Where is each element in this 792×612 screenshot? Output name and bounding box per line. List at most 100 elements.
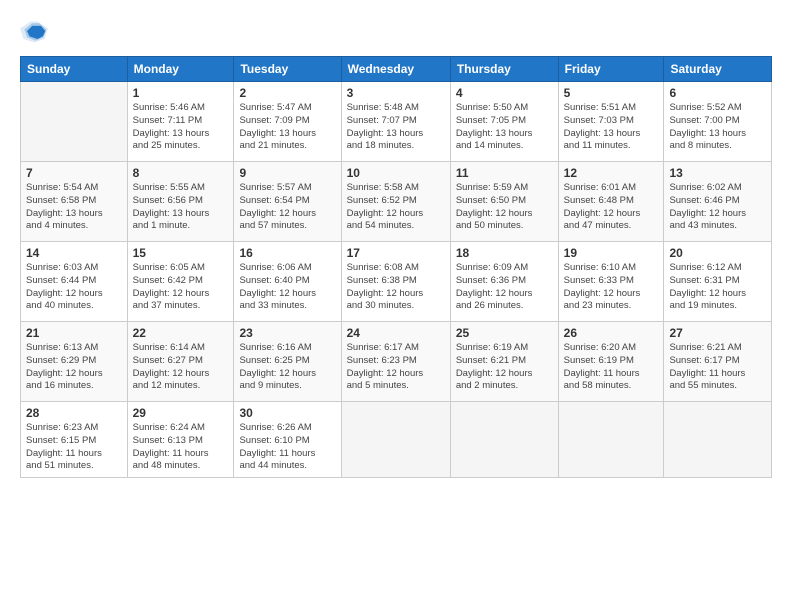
- day-info: Sunrise: 5:46 AM Sunset: 7:11 PM Dayligh…: [133, 102, 229, 153]
- day-info: Sunrise: 6:08 AM Sunset: 6:38 PM Dayligh…: [347, 262, 445, 313]
- day-info: Sunrise: 5:50 AM Sunset: 7:05 PM Dayligh…: [456, 102, 553, 153]
- day-info: Sunrise: 6:13 AM Sunset: 6:29 PM Dayligh…: [26, 342, 122, 393]
- day-info: Sunrise: 6:05 AM Sunset: 6:42 PM Dayligh…: [133, 262, 229, 313]
- calendar-cell: 23Sunrise: 6:16 AM Sunset: 6:25 PM Dayli…: [234, 322, 341, 402]
- day-info: Sunrise: 5:54 AM Sunset: 6:58 PM Dayligh…: [26, 182, 122, 233]
- day-number: 20: [669, 246, 766, 260]
- calendar-cell: [341, 402, 450, 478]
- day-number: 30: [239, 406, 335, 420]
- day-number: 4: [456, 86, 553, 100]
- day-number: 14: [26, 246, 122, 260]
- day-number: 19: [564, 246, 659, 260]
- calendar-cell: 24 Sunrise: 6:17 AM Sunset: 6:23 PM Dayli…: [341, 322, 450, 402]
- logo-icon: [20, 18, 48, 46]
- calendar-week-row: 28Sunrise: 6:23 AM Sunset: 6:15 PM Dayli…: [21, 402, 772, 478]
- calendar-table: SundayMondayTuesdayWednesdayThursdayFrid…: [20, 56, 772, 478]
- day-info: Sunrise: 5:51 AM Sunset: 7:03 PM Dayligh…: [564, 102, 659, 153]
- day-number: 10: [347, 166, 445, 180]
- weekday-header-row: SundayMondayTuesdayWednesdayThursdayFrid…: [21, 57, 772, 82]
- day-info: Sunrise: 6:21 AM Sunset: 6:17 PM Dayligh…: [669, 342, 766, 393]
- day-number: 16: [239, 246, 335, 260]
- weekday-header-saturday: Saturday: [664, 57, 772, 82]
- weekday-header-wednesday: Wednesday: [341, 57, 450, 82]
- calendar-week-row: 14 Sunrise: 6:03 AM Sunset: 6:44 PM Dayli…: [21, 242, 772, 322]
- day-number: 22: [133, 326, 229, 340]
- calendar-cell: 2 Sunrise: 5:47 AM Sunset: 7:09 PM Daylig…: [234, 82, 341, 162]
- day-number: 24: [347, 326, 445, 340]
- calendar-week-row: 1 Sunrise: 5:46 AM Sunset: 7:11 PM Daylig…: [21, 82, 772, 162]
- calendar-week-row: 21 Sunrise: 6:13 AM Sunset: 6:29 PM Dayli…: [21, 322, 772, 402]
- day-number: 25: [456, 326, 553, 340]
- calendar-cell: 20Sunrise: 6:12 AM Sunset: 6:31 PM Dayli…: [664, 242, 772, 322]
- weekday-header-tuesday: Tuesday: [234, 57, 341, 82]
- calendar-cell: 14 Sunrise: 6:03 AM Sunset: 6:44 PM Dayli…: [21, 242, 128, 322]
- logo: [20, 18, 52, 46]
- day-info: Sunrise: 6:20 AM Sunset: 6:19 PM Dayligh…: [564, 342, 659, 393]
- calendar-cell: 17 Sunrise: 6:08 AM Sunset: 6:38 PM Dayli…: [341, 242, 450, 322]
- calendar-cell: 27Sunrise: 6:21 AM Sunset: 6:17 PM Dayli…: [664, 322, 772, 402]
- day-number: 21: [26, 326, 122, 340]
- day-info: Sunrise: 5:57 AM Sunset: 6:54 PM Dayligh…: [239, 182, 335, 233]
- day-info: Sunrise: 5:47 AM Sunset: 7:09 PM Dayligh…: [239, 102, 335, 153]
- day-number: 15: [133, 246, 229, 260]
- weekday-header-friday: Friday: [558, 57, 664, 82]
- calendar-cell: 28Sunrise: 6:23 AM Sunset: 6:15 PM Dayli…: [21, 402, 128, 478]
- day-number: 26: [564, 326, 659, 340]
- day-info: Sunrise: 6:03 AM Sunset: 6:44 PM Dayligh…: [26, 262, 122, 313]
- day-info: Sunrise: 6:09 AM Sunset: 6:36 PM Dayligh…: [456, 262, 553, 313]
- day-info: Sunrise: 5:58 AM Sunset: 6:52 PM Dayligh…: [347, 182, 445, 233]
- calendar-cell: 13Sunrise: 6:02 AM Sunset: 6:46 PM Dayli…: [664, 162, 772, 242]
- calendar-cell: 12 Sunrise: 6:01 AM Sunset: 6:48 PM Dayli…: [558, 162, 664, 242]
- day-number: 8: [133, 166, 229, 180]
- calendar-cell: [558, 402, 664, 478]
- day-number: 6: [669, 86, 766, 100]
- day-number: 17: [347, 246, 445, 260]
- day-info: Sunrise: 5:55 AM Sunset: 6:56 PM Dayligh…: [133, 182, 229, 233]
- calendar-cell: 4 Sunrise: 5:50 AM Sunset: 7:05 PM Daylig…: [450, 82, 558, 162]
- day-number: 7: [26, 166, 122, 180]
- calendar-cell: 15 Sunrise: 6:05 AM Sunset: 6:42 PM Dayli…: [127, 242, 234, 322]
- day-info: Sunrise: 6:19 AM Sunset: 6:21 PM Dayligh…: [456, 342, 553, 393]
- day-info: Sunrise: 6:14 AM Sunset: 6:27 PM Dayligh…: [133, 342, 229, 393]
- calendar-week-row: 7 Sunrise: 5:54 AM Sunset: 6:58 PM Daylig…: [21, 162, 772, 242]
- weekday-header-thursday: Thursday: [450, 57, 558, 82]
- day-info: Sunrise: 6:24 AM Sunset: 6:13 PM Dayligh…: [133, 422, 229, 473]
- calendar-cell: 11 Sunrise: 5:59 AM Sunset: 6:50 PM Dayli…: [450, 162, 558, 242]
- calendar-cell: 30 Sunrise: 6:26 AM Sunset: 6:10 PM Dayli…: [234, 402, 341, 478]
- day-info: Sunrise: 6:06 AM Sunset: 6:40 PM Dayligh…: [239, 262, 335, 313]
- calendar-cell: 22 Sunrise: 6:14 AM Sunset: 6:27 PM Dayli…: [127, 322, 234, 402]
- header: [20, 18, 772, 46]
- day-number: 1: [133, 86, 229, 100]
- calendar-cell: 6 Sunrise: 5:52 AM Sunset: 7:00 PM Daylig…: [664, 82, 772, 162]
- day-info: Sunrise: 5:52 AM Sunset: 7:00 PM Dayligh…: [669, 102, 766, 153]
- calendar-cell: [664, 402, 772, 478]
- day-number: 13: [669, 166, 766, 180]
- day-number: 2: [239, 86, 335, 100]
- day-number: 11: [456, 166, 553, 180]
- day-info: Sunrise: 6:17 AM Sunset: 6:23 PM Dayligh…: [347, 342, 445, 393]
- day-info: Sunrise: 6:26 AM Sunset: 6:10 PM Dayligh…: [239, 422, 335, 473]
- day-number: 28: [26, 406, 122, 420]
- calendar-cell: 7 Sunrise: 5:54 AM Sunset: 6:58 PM Daylig…: [21, 162, 128, 242]
- day-info: Sunrise: 6:10 AM Sunset: 6:33 PM Dayligh…: [564, 262, 659, 313]
- weekday-header-sunday: Sunday: [21, 57, 128, 82]
- day-number: 12: [564, 166, 659, 180]
- day-info: Sunrise: 5:59 AM Sunset: 6:50 PM Dayligh…: [456, 182, 553, 233]
- calendar-cell: 18 Sunrise: 6:09 AM Sunset: 6:36 PM Dayli…: [450, 242, 558, 322]
- day-number: 18: [456, 246, 553, 260]
- day-info: Sunrise: 6:16 AM Sunset: 6:25 PM Dayligh…: [239, 342, 335, 393]
- calendar-cell: 3 Sunrise: 5:48 AM Sunset: 7:07 PM Daylig…: [341, 82, 450, 162]
- day-number: 9: [239, 166, 335, 180]
- calendar-cell: 25 Sunrise: 6:19 AM Sunset: 6:21 PM Dayli…: [450, 322, 558, 402]
- day-info: Sunrise: 6:01 AM Sunset: 6:48 PM Dayligh…: [564, 182, 659, 233]
- calendar-cell: 1 Sunrise: 5:46 AM Sunset: 7:11 PM Daylig…: [127, 82, 234, 162]
- calendar-cell: 21 Sunrise: 6:13 AM Sunset: 6:29 PM Dayli…: [21, 322, 128, 402]
- calendar-cell: 5 Sunrise: 5:51 AM Sunset: 7:03 PM Daylig…: [558, 82, 664, 162]
- calendar-cell: 26 Sunrise: 6:20 AM Sunset: 6:19 PM Dayli…: [558, 322, 664, 402]
- weekday-header-monday: Monday: [127, 57, 234, 82]
- day-info: Sunrise: 5:48 AM Sunset: 7:07 PM Dayligh…: [347, 102, 445, 153]
- day-number: 3: [347, 86, 445, 100]
- calendar-cell: [450, 402, 558, 478]
- page: SundayMondayTuesdayWednesdayThursdayFrid…: [0, 0, 792, 612]
- day-number: 5: [564, 86, 659, 100]
